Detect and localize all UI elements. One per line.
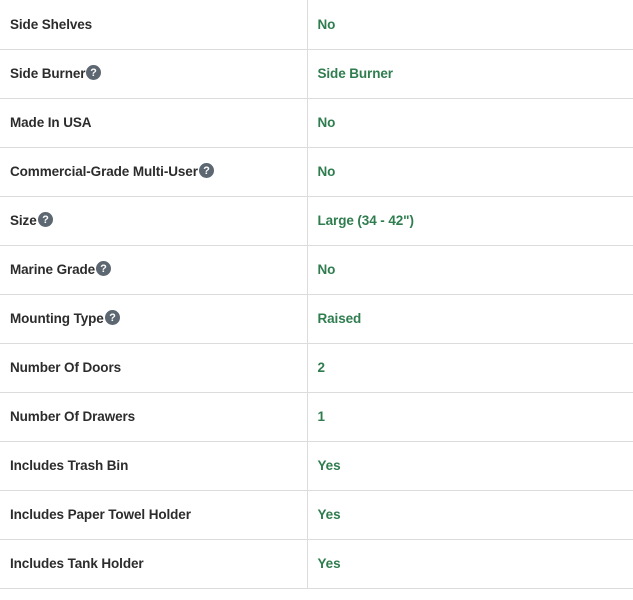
specifications-table-body: Side Shelves No Side Burner? Side Burner Mad… [0,0,633,589]
table-row: Size? Large (34 - 42") [0,196,633,246]
spec-value-cell: Side Burner [307,49,633,99]
spec-label-text: Side Shelves [10,16,93,32]
spec-label-cell: Marine Grade? [0,245,308,295]
spec-label-group: Side Burner? [10,65,102,81]
spec-label-group: Number Of Doors [10,361,121,375]
spec-value-cell: No [307,245,633,295]
spec-label-text: Includes Trash Bin [10,458,129,473]
table-row: Marine Grade? No [0,245,633,295]
spec-value-cell: 1 [307,392,633,442]
spec-label-cell: Includes Trash Bin [0,441,308,491]
table-row: Number Of Doors 2 [0,343,633,393]
help-circle-icon[interactable]: ? [104,310,120,326]
table-row: Side Shelves No [0,0,633,50]
spec-value-cell: 2 [307,343,633,393]
spec-value-cell: No [307,0,633,50]
svg-text:?: ? [100,263,106,275]
spec-label-group: Includes Paper Towel Holder [10,508,191,522]
spec-value-cell: Yes [307,441,633,491]
svg-text:?: ? [203,165,209,177]
product-specifications-table: Side Shelves No Side Burner? Side Burner Mad… [0,0,633,589]
spec-value-cell: Yes [307,490,633,540]
table-row: Includes Paper Towel Holder Yes [0,490,633,540]
table-row: Number Of Drawers 1 [0,392,633,442]
spec-value-cell: No [307,98,633,148]
spec-value-cell: Raised [307,294,633,344]
spec-label-cell: Size? [0,196,308,246]
help-circle-icon[interactable]: ? [198,163,214,179]
spec-label-cell: Includes Paper Towel Holder [0,490,308,540]
svg-text:?: ? [109,312,115,324]
spec-label-cell: Number Of Drawers [0,392,308,442]
svg-text:?: ? [91,67,97,79]
spec-label-cell: Mounting Type? [0,294,308,344]
spec-label-text: Number Of Drawers [10,409,136,424]
spec-label-text: Includes Paper Towel Holder [10,507,191,522]
spec-label-text: Includes Tank Holder [10,556,144,571]
table-row: Made In USA No [0,98,633,148]
spec-label-text: Made In USA [10,115,92,130]
spec-label-group: Number Of Drawers [10,410,135,424]
svg-text:?: ? [42,214,48,226]
spec-label-text: Commercial-Grade Multi-User [10,163,198,179]
spec-label-group: Includes Tank Holder [10,557,144,571]
spec-label-cell: Commercial-Grade Multi-User? [0,147,308,197]
spec-value-cell: No [307,147,633,197]
help-circle-icon[interactable]: ? [86,65,102,81]
spec-label-text: Size [10,212,37,228]
spec-label-cell: Made In USA [0,98,308,148]
spec-label-cell: Number Of Doors [0,343,308,393]
spec-label-cell: Side Burner? [0,49,308,99]
spec-value-cell: Large (34 - 42") [307,196,633,246]
table-row: Includes Tank Holder Yes [0,539,633,589]
table-row: Side Burner? Side Burner [0,49,633,99]
spec-label-group: Side Shelves [10,18,92,32]
spec-label-text: Side Burner [10,65,86,81]
table-row: Includes Trash Bin Yes [0,441,633,491]
spec-label-group: Commercial-Grade Multi-User? [10,163,214,179]
help-circle-icon[interactable]: ? [37,212,53,228]
spec-label-cell: Includes Tank Holder [0,539,308,589]
spec-label-text: Number Of Doors [10,360,122,375]
spec-label-text: Mounting Type [10,310,104,326]
help-circle-icon[interactable]: ? [96,261,112,277]
spec-label-group: Mounting Type? [10,310,120,326]
table-row: Mounting Type? Raised [0,294,633,344]
spec-label-group: Includes Trash Bin [10,459,128,473]
spec-value-cell: Yes [307,539,633,589]
spec-label-group: Marine Grade? [10,261,112,277]
spec-label-cell: Side Shelves [0,0,308,50]
specifications-table-container: Side Shelves No Side Burner? Side Burner Mad… [0,0,633,589]
table-row: Commercial-Grade Multi-User? No [0,147,633,197]
spec-label-text: Marine Grade [10,261,96,277]
spec-label-group: Size? [10,212,53,228]
spec-label-group: Made In USA [10,115,92,130]
